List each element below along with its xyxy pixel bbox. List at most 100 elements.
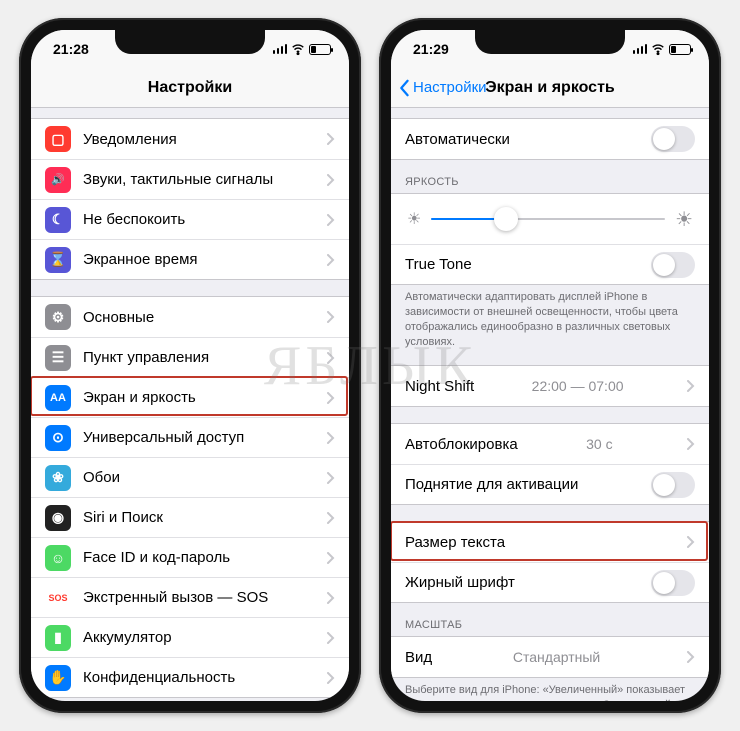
accessibility-icon: ⊙: [45, 425, 71, 451]
settings-row[interactable]: ◉ Siri и Поиск: [31, 497, 349, 537]
raise-to-wake-toggle[interactable]: [651, 472, 695, 498]
back-label: Настройки: [413, 79, 487, 96]
footer-true-tone: Автоматически адаптировать дисплей iPhon…: [391, 285, 709, 349]
page-title: Экран и яркость: [485, 79, 615, 97]
display-zoom-label: Вид: [405, 649, 432, 666]
settings-row[interactable]: ▢Уведомления: [31, 119, 349, 159]
chevron-right-icon: [327, 352, 335, 364]
chevron-right-icon: [327, 392, 335, 404]
chevron-right-icon: [327, 174, 335, 186]
settings-row[interactable]: ⌛Экранное время: [31, 239, 349, 279]
status-indicators: [633, 42, 692, 56]
bold-text-toggle[interactable]: [651, 570, 695, 596]
settings-row[interactable]: ✋ Конфиденциальность: [31, 657, 349, 697]
siri-icon: ◉: [45, 505, 71, 531]
nav-bar: Настройки Экран и яркость: [391, 68, 709, 108]
row-text-size[interactable]: Размер текста: [391, 522, 709, 562]
settings-row[interactable]: ⚙ Основные: [31, 297, 349, 337]
cellular-icon: [633, 44, 648, 54]
chevron-right-icon: [327, 214, 335, 226]
row-label: Звуки, тактильные сигналы: [83, 171, 273, 188]
settings-row[interactable]: AAЭкран и яркость: [31, 377, 349, 417]
settings-row[interactable]: ❀ Обои: [31, 457, 349, 497]
row-label: Универсальный доступ: [83, 429, 244, 446]
true-tone-toggle[interactable]: [651, 252, 695, 278]
row-label: Не беспокоить: [83, 211, 185, 228]
back-button[interactable]: Настройки: [397, 79, 487, 97]
brightness-slider[interactable]: [431, 218, 665, 220]
row-night-shift[interactable]: Night Shift 22:00 — 07:00: [391, 366, 709, 406]
battery-icon: [669, 44, 691, 55]
display-zoom-value: Стандартный: [513, 649, 606, 665]
row-label: Siri и Поиск: [83, 509, 163, 526]
notch: [115, 30, 265, 54]
text-size-label: Размер текста: [405, 534, 505, 551]
chevron-right-icon: [327, 632, 335, 644]
night-shift-label: Night Shift: [405, 378, 474, 395]
chevron-right-icon: [327, 592, 335, 604]
display-settings-list[interactable]: Автоматически ЯРКОСТЬ ☀︎ ☀︎ True Tone: [391, 108, 709, 701]
header-zoom: МАСШТАБ: [391, 603, 709, 636]
chevron-right-icon: [327, 512, 335, 524]
settings-row[interactable]: SOSЭкстренный вызов — SOS: [31, 577, 349, 617]
chevron-right-icon: [687, 380, 695, 392]
sounds-icon: 🔊: [45, 167, 71, 193]
auto-lock-value: 30 с: [586, 436, 618, 452]
sos-icon: SOS: [45, 585, 71, 611]
settings-row[interactable]: ▮Аккумулятор: [31, 617, 349, 657]
settings-row[interactable]: ☰Пункт управления: [31, 337, 349, 377]
raise-to-wake-label: Поднятие для активации: [405, 476, 578, 493]
row-label: Аккумулятор: [83, 629, 172, 646]
true-tone-label: True Tone: [405, 256, 472, 273]
chevron-right-icon: [327, 133, 335, 145]
sun-dim-icon: ☀︎: [407, 209, 421, 229]
notch: [475, 30, 625, 54]
wallpaper-icon: ❀: [45, 465, 71, 491]
nav-bar: Настройки: [31, 68, 349, 108]
row-label: Экран и яркость: [83, 389, 196, 406]
chevron-right-icon: [327, 254, 335, 266]
auto-brightness-toggle[interactable]: [651, 126, 695, 152]
bold-text-label: Жирный шрифт: [405, 574, 515, 591]
chevron-right-icon: [687, 438, 695, 450]
notifications-icon: ▢: [45, 126, 71, 152]
general-icon: ⚙: [45, 304, 71, 330]
night-shift-value: 22:00 — 07:00: [532, 378, 630, 394]
status-indicators: [273, 42, 332, 56]
settings-row[interactable]: 🔊 Звуки, тактильные сигналы: [31, 159, 349, 199]
chevron-right-icon: [327, 672, 335, 684]
battery-icon: [309, 44, 331, 55]
dnd-icon: ☾: [45, 207, 71, 233]
row-label: Конфиденциальность: [83, 669, 235, 686]
chevron-right-icon: [687, 536, 695, 548]
privacy-icon: ✋: [45, 665, 71, 691]
settings-row[interactable]: ☾ Не беспокоить: [31, 199, 349, 239]
row-auto-lock[interactable]: Автоблокировка 30 с: [391, 424, 709, 464]
row-raise-to-wake[interactable]: Поднятие для активации: [391, 464, 709, 504]
screen-display-brightness: 21:29 Настройки Экран и яркость Автомати…: [391, 30, 709, 701]
row-label: Обои: [83, 469, 120, 486]
chevron-right-icon: [327, 311, 335, 323]
phone-right: 21:29 Настройки Экран и яркость Автомати…: [379, 18, 721, 713]
phone-left: 21:28 Настройки ▢Уведомления 🔊 Звуки, такт…: [19, 18, 361, 713]
faceid-icon: ☺: [45, 545, 71, 571]
chevron-right-icon: [327, 472, 335, 484]
settings-row[interactable]: ☺ Face ID и код-пароль: [31, 537, 349, 577]
settings-list[interactable]: ▢Уведомления 🔊 Звуки, тактильные сигналы ☾ Н…: [31, 108, 349, 701]
chevron-right-icon: [687, 651, 695, 663]
row-label: Face ID и код-пароль: [83, 549, 230, 566]
row-bold-text[interactable]: Жирный шрифт: [391, 562, 709, 602]
row-display-zoom[interactable]: Вид Стандартный: [391, 637, 709, 677]
screentime-icon: ⌛: [45, 247, 71, 273]
row-label: Основные: [83, 309, 154, 326]
row-auto-brightness[interactable]: Автоматически: [391, 119, 709, 159]
status-time: 21:28: [53, 41, 89, 57]
settings-row[interactable]: ⊙ Универсальный доступ: [31, 417, 349, 457]
row-brightness-slider[interactable]: ☀︎ ☀︎: [391, 194, 709, 244]
wifi-icon: [651, 42, 665, 56]
chevron-right-icon: [327, 432, 335, 444]
footer-zoom: Выберите вид для iPhone: «Увеличенный» п…: [391, 678, 709, 701]
row-true-tone[interactable]: True Tone: [391, 244, 709, 284]
auto-brightness-label: Автоматически: [405, 131, 510, 148]
cellular-icon: [273, 44, 288, 54]
